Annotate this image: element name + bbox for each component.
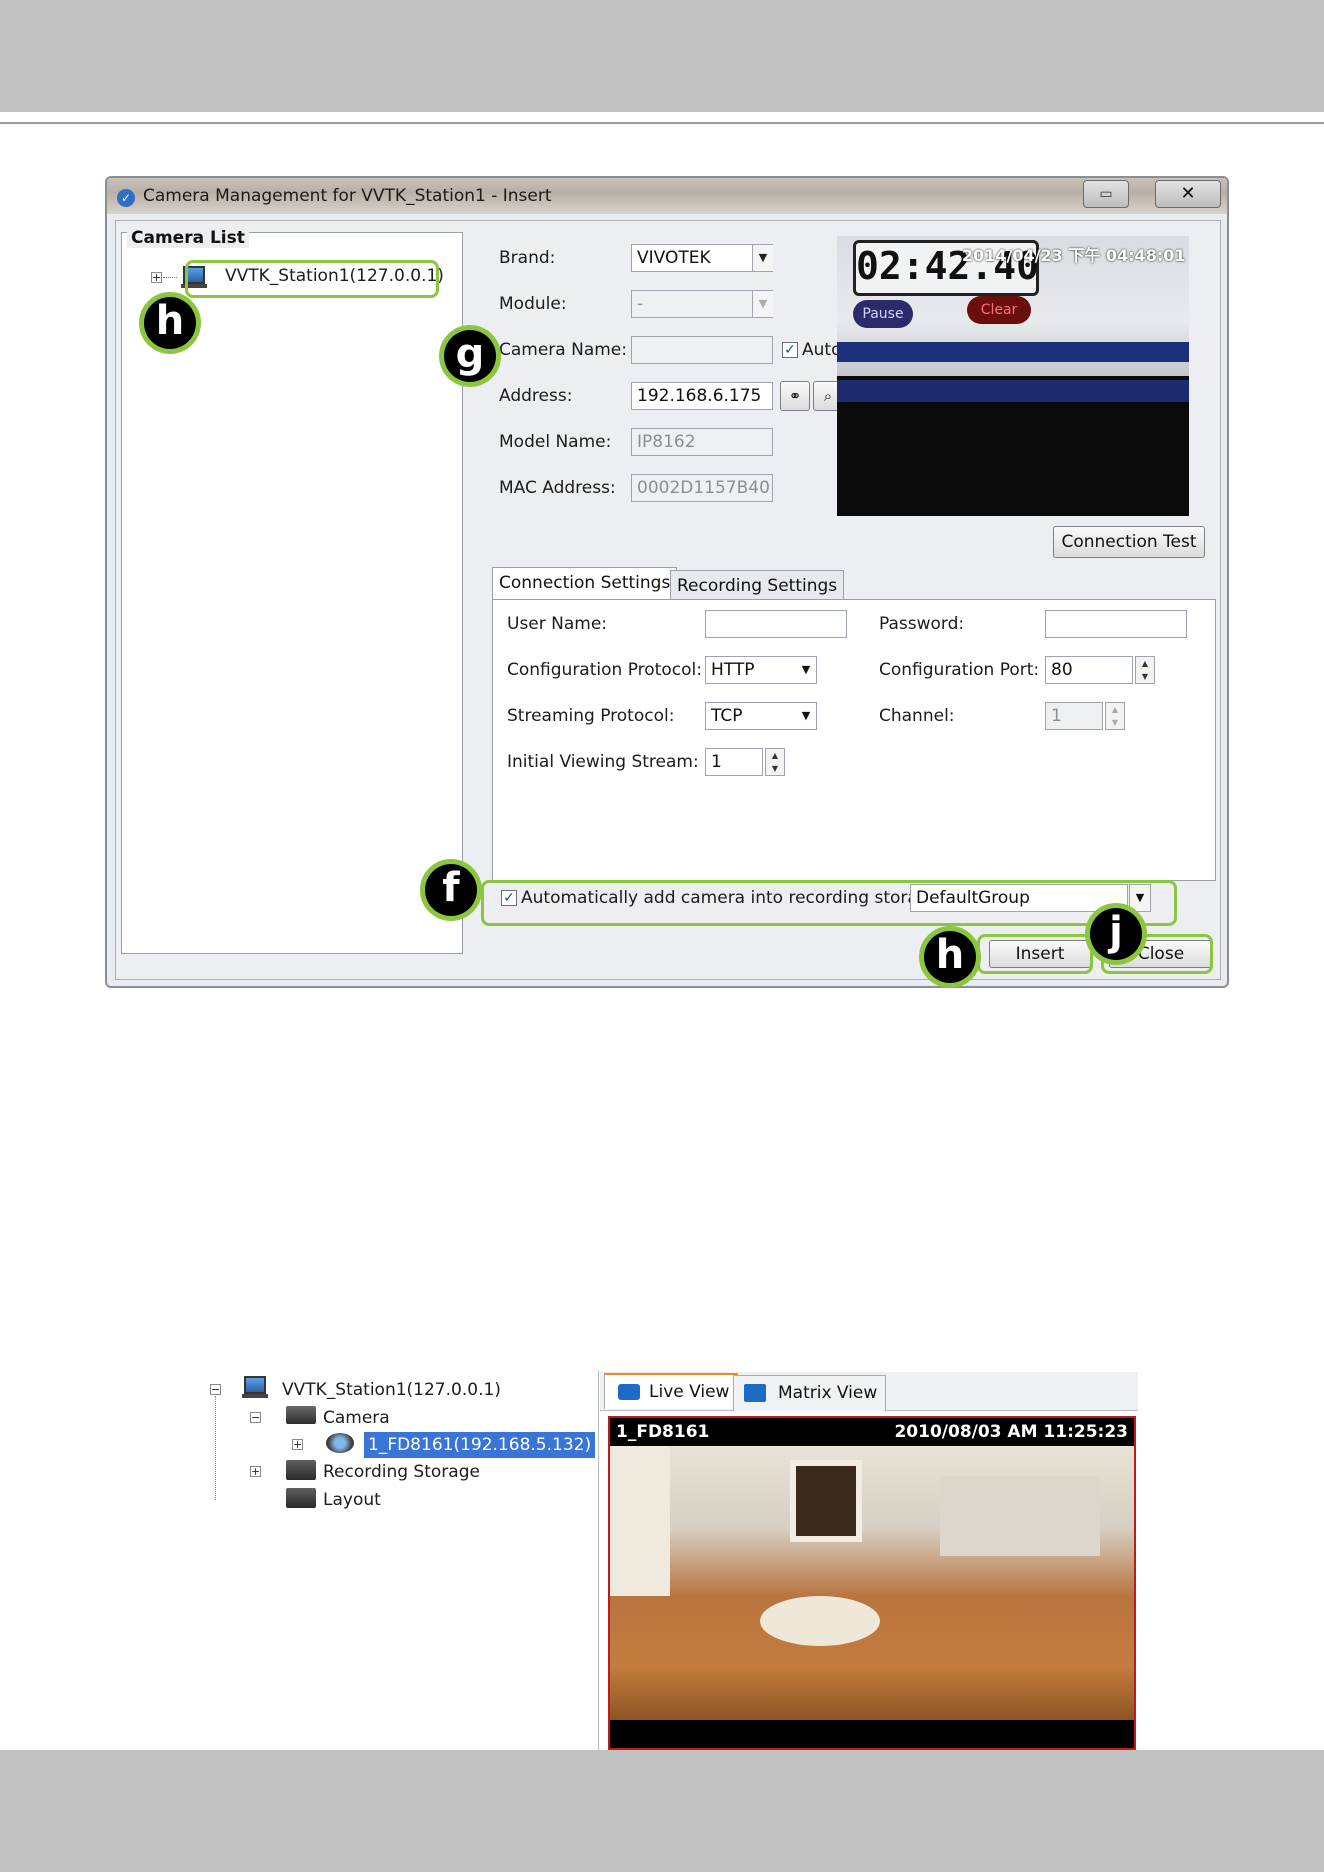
password-label: Password: bbox=[879, 614, 965, 634]
expand-camera-item-toggle[interactable]: + bbox=[292, 1439, 303, 1450]
connection-test-button[interactable]: Connection Test bbox=[1053, 526, 1205, 558]
collapse-camera-toggle[interactable]: − bbox=[250, 1412, 261, 1423]
close-window-button[interactable]: ✕ bbox=[1155, 180, 1221, 208]
computer-icon bbox=[244, 1376, 266, 1394]
preview-pause-label: Pause bbox=[853, 300, 913, 328]
callout-frame-auto-add bbox=[481, 880, 1177, 926]
streaming-protocol-label: Streaming Protocol: bbox=[507, 706, 675, 726]
connection-settings-panel bbox=[492, 599, 1216, 881]
folder-open-icon bbox=[286, 1406, 316, 1424]
module-value: - bbox=[637, 294, 644, 314]
chevron-down-icon[interactable]: ▼ bbox=[797, 656, 815, 684]
auto-label: Auto bbox=[802, 340, 842, 360]
user-name-input[interactable] bbox=[705, 610, 847, 638]
initial-stream-spinner[interactable]: ▲ ▼ bbox=[765, 748, 785, 776]
tree-connector bbox=[163, 277, 177, 278]
callout-badge-g: g bbox=[439, 325, 501, 387]
video-sofa bbox=[760, 1596, 880, 1646]
callout-letter-j: j bbox=[1090, 908, 1142, 960]
callout-letter-h: h bbox=[144, 297, 196, 349]
camera-icon bbox=[618, 1384, 640, 1400]
tree-layout[interactable]: Layout bbox=[323, 1490, 381, 1510]
initial-stream-input[interactable]: 1 bbox=[705, 748, 763, 776]
preview-bar bbox=[837, 342, 1189, 362]
camera-dome-icon bbox=[326, 1433, 354, 1453]
video-timestamp: 2010/08/03 AM 11:25:23 bbox=[894, 1422, 1128, 1442]
preview-taskbar bbox=[837, 380, 1189, 402]
folder-icon bbox=[286, 1488, 316, 1508]
expand-station-toggle[interactable]: + bbox=[151, 272, 162, 283]
callout-frame-station bbox=[185, 260, 439, 298]
app-logo-icon: ✓ bbox=[117, 189, 135, 207]
address-label: Address: bbox=[499, 386, 573, 406]
page-footer-band bbox=[0, 1750, 1324, 1872]
dialog-titlebar[interactable]: ✓ Camera Management for VVTK_Station1 - … bbox=[107, 178, 1227, 214]
initial-stream-label: Initial Viewing Stream: bbox=[507, 752, 699, 772]
chevron-down-icon[interactable]: ▼ bbox=[797, 702, 815, 730]
camera-name-input[interactable] bbox=[631, 336, 773, 364]
config-port-input[interactable]: 80 bbox=[1045, 656, 1133, 684]
address-input[interactable]: 192.168.6.175 bbox=[631, 382, 773, 410]
collapse-station-toggle[interactable]: − bbox=[210, 1384, 221, 1395]
mac-address-label: MAC Address: bbox=[499, 478, 616, 498]
page-header-band bbox=[0, 0, 1324, 112]
tab-connection-settings[interactable]: Connection Settings bbox=[492, 567, 678, 600]
tree-connector bbox=[215, 1396, 216, 1500]
folder-icon bbox=[286, 1460, 316, 1480]
callout-frame-insert bbox=[977, 934, 1093, 974]
callout-badge-f: f bbox=[420, 859, 482, 921]
brand-label: Brand: bbox=[499, 248, 556, 268]
channel-label: Channel: bbox=[879, 706, 955, 726]
tree-camera-item-selected[interactable]: 1_FD8161(192.168.5.132) bbox=[364, 1432, 596, 1458]
callout-badge-h-insert: h bbox=[919, 926, 981, 988]
config-port-spinner[interactable]: ▲ ▼ bbox=[1135, 656, 1155, 684]
config-port-label: Configuration Port: bbox=[879, 660, 1040, 680]
model-name-field: IP8162 bbox=[631, 428, 773, 456]
tab-recording-settings[interactable]: Recording Settings bbox=[670, 570, 845, 600]
tree-recording-storage[interactable]: Recording Storage bbox=[323, 1462, 480, 1482]
password-input[interactable] bbox=[1045, 610, 1187, 638]
config-protocol-label: Configuration Protocol: bbox=[507, 660, 702, 680]
module-label: Module: bbox=[499, 294, 567, 314]
link-icon[interactable]: ⚭ bbox=[780, 381, 810, 411]
callout-letter-h-insert: h bbox=[924, 931, 976, 983]
live-video-frame[interactable]: 1_FD8161 2010/08/03 AM 11:25:23 bbox=[608, 1416, 1136, 1750]
callout-letter-g: g bbox=[444, 330, 496, 382]
chevron-down-icon[interactable]: ▼ bbox=[752, 245, 773, 271]
camera-name-label: Camera Name: bbox=[499, 340, 627, 360]
user-name-label: User Name: bbox=[507, 614, 608, 634]
video-fireplace bbox=[790, 1460, 862, 1542]
model-name-label: Model Name: bbox=[499, 432, 612, 452]
callout-badge-j: j bbox=[1085, 903, 1147, 965]
tv-icon bbox=[744, 1384, 766, 1402]
video-camera-name: 1_FD8161 bbox=[616, 1422, 710, 1442]
config-protocol-value: HTTP bbox=[711, 660, 755, 680]
matrix-view-label: Matrix View bbox=[778, 1383, 878, 1403]
tree-camera-folder[interactable]: Camera bbox=[323, 1408, 390, 1428]
live-view-label: Live View bbox=[649, 1382, 730, 1402]
dialog-title: Camera Management for VVTK_Station1 - In… bbox=[143, 186, 552, 206]
header-rule bbox=[0, 122, 1324, 124]
auto-checkbox[interactable]: ✓ bbox=[782, 342, 798, 358]
channel-spinner: ▲ ▼ bbox=[1105, 702, 1125, 730]
preview-clear-label: Clear bbox=[967, 296, 1031, 324]
chevron-down-icon: ▼ bbox=[752, 291, 773, 317]
tree-station[interactable]: VVTK_Station1(127.0.0.1) bbox=[282, 1380, 501, 1400]
video-wall bbox=[610, 1446, 670, 1596]
camera-preview: 02:42.40 2014/04/23 下午 04:48:01 Pause Cl… bbox=[837, 236, 1189, 516]
expand-recording-toggle[interactable]: + bbox=[250, 1466, 261, 1477]
restore-window-button[interactable]: ▭ bbox=[1083, 180, 1129, 208]
mac-address-field: 0002D1157B40 bbox=[631, 474, 773, 502]
callout-letter-f: f bbox=[425, 864, 477, 916]
camera-list-caption: Camera List bbox=[127, 228, 249, 248]
computer-stand-icon bbox=[242, 1394, 268, 1398]
video-stream-image bbox=[610, 1446, 1134, 1720]
video-header: 1_FD8161 2010/08/03 AM 11:25:23 bbox=[610, 1418, 1134, 1446]
preview-timestamp: 2014/04/23 下午 04:48:01 bbox=[962, 246, 1186, 265]
streaming-protocol-value: TCP bbox=[711, 706, 743, 726]
channel-input: 1 bbox=[1045, 702, 1103, 730]
callout-badge-h: h bbox=[139, 292, 201, 354]
brand-value: VIVOTEK bbox=[637, 248, 711, 268]
video-windows bbox=[940, 1476, 1100, 1556]
